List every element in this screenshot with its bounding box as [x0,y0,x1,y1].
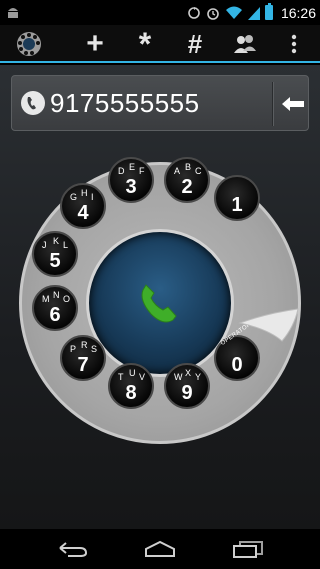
backspace-button[interactable] [276,76,310,132]
navigation-bar [0,529,320,569]
recent-apps-icon [233,541,263,558]
backspace-icon [282,97,304,111]
dial-digit-2[interactable]: ABC 2 [164,157,210,203]
contacts-icon[interactable] [220,25,270,63]
phone-handset-icon [21,91,45,115]
home-icon [145,540,175,557]
dial-digit-3[interactable]: DEF 3 [108,157,154,203]
signal-icon [247,6,260,20]
dial-digit-7[interactable]: PRS 7 [60,335,106,381]
android-icon [8,8,18,18]
star-button[interactable]: * [120,25,170,63]
status-bar: 16:26 [0,0,320,25]
call-button[interactable] [126,267,194,335]
rotary-dial[interactable]: 1 ABC 2 DEF 3 GHI 4 JKL 5 MNO 6 PRS 7 TU… [0,155,320,455]
call-icon [141,284,177,323]
divider [272,82,274,126]
phone-number-text: 9175555555 [50,88,200,118]
phone-number-display[interactable]: 9175555555 [11,75,309,131]
dial-digit-1[interactable]: 1 [214,175,260,221]
alarm-icon [207,7,219,20]
wifi-icon [225,6,242,19]
sync-icon [188,6,200,19]
battery-icon [264,3,273,20]
back-icon [59,542,88,557]
status-time: 16:26 [280,4,316,21]
home-button[interactable] [130,529,190,569]
rotary-dial-icon[interactable] [4,25,54,63]
overflow-menu-icon[interactable] [272,25,316,63]
dial-digit-5[interactable]: JKL 5 [32,231,78,277]
dial-digit-6[interactable]: MNO 6 [32,285,78,331]
dialer-main: 9175555555 1 ABC 2 DEF 3 GHI 4 J K L 5 M… [0,65,320,529]
action-bar: + * # [0,25,320,63]
dial-digit-8[interactable]: TUV 8 [108,363,154,409]
dial-digit-9[interactable]: WXY 9 [164,363,210,409]
back-button[interactable] [42,529,102,569]
recent-apps-button[interactable] [218,529,278,569]
hash-button[interactable]: # [170,25,220,63]
add-button[interactable]: + [70,25,120,63]
dial-digit-4[interactable]: GHI 4 [60,183,106,229]
finger-stop [238,308,299,342]
